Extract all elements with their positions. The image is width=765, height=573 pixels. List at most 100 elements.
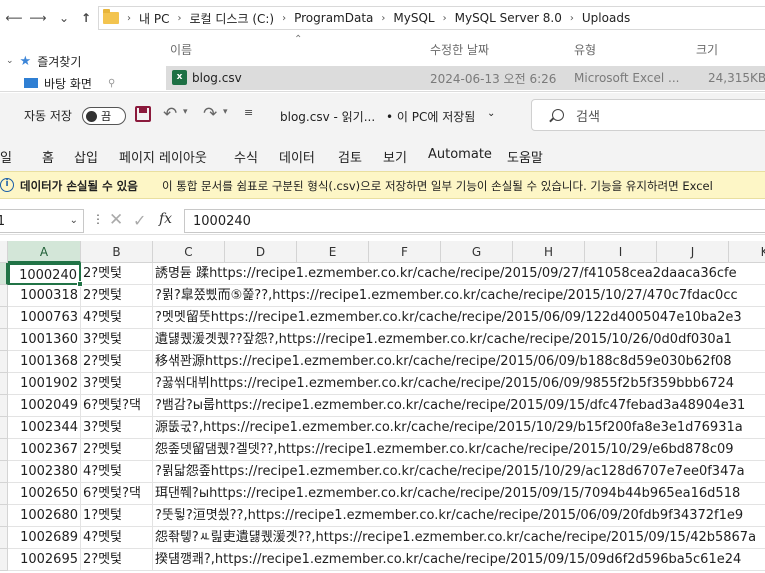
cell-id[interactable]: 1002344 [8,417,81,439]
row-header[interactable] [0,505,8,527]
cell-id[interactable]: 1000318 [8,285,81,307]
cell-id[interactable]: 1002380 [8,461,81,483]
select-all-corner[interactable] [0,241,8,263]
save-location[interactable]: • 이 PC에 저장됨 [386,108,475,125]
address-bar[interactable]: › 내 PC › 로컬 디스크 (C:) › ProgramData › MyS… [98,6,765,30]
cell-title-and-url[interactable]: 珥댄쮀?ыhttps://recipe1.ezmember.co.kr/cach… [153,483,765,505]
row-header[interactable] [0,263,8,285]
tab-view[interactable]: 보기 [383,147,407,166]
cell-id[interactable]: 1002689 [8,527,81,549]
tab-review[interactable]: 검토 [338,147,362,166]
cell-servings[interactable]: 1?멧텇 [81,505,153,527]
column-header-c[interactable]: C [153,241,225,263]
column-header-f[interactable]: F [369,241,441,263]
redo-icon[interactable]: ↷ [203,104,217,124]
cell-servings[interactable]: 2?멧텇 [81,263,153,285]
cell-title-and-url[interactable]: 誘명듇 蹂https://recipe1.ezmember.co.kr/cach… [153,263,765,285]
cell-servings[interactable]: 3?멧텇 [81,329,153,351]
save-icon[interactable] [135,106,151,122]
sidebar-item-desktop[interactable]: 바탕 화면 ⚲ [0,72,160,94]
more-options-icon[interactable]: ⋮ [92,212,104,226]
cell-title-and-url[interactable]: 遺덇퀬湲곗퀬??잪怨?,https://recipe1.ezmember.co.… [153,329,765,351]
row-header[interactable] [0,549,8,571]
cell-servings[interactable]: 4?멧텇 [81,527,153,549]
cell-id[interactable]: 1000763 [8,307,81,329]
row-header[interactable] [0,439,8,461]
row-header[interactable] [0,285,8,307]
breadcrumb-this-pc[interactable]: 내 PC [139,10,169,27]
formula-input[interactable]: 1000240 [184,209,765,233]
column-header-type[interactable]: 유형 [574,41,596,58]
cell-id[interactable]: 1001360 [8,329,81,351]
column-header-g[interactable]: G [441,241,513,263]
cell-title-and-url[interactable]: ?멧멧留뚯https://recipe1.ezmember.co.kr/cach… [153,307,765,329]
breadcrumb-mysql-server[interactable]: MySQL Server 8.0 [455,11,562,25]
breadcrumb-local-disk[interactable]: 로컬 디스크 (C:) [189,10,274,27]
up-icon[interactable]: ↑ [76,11,96,25]
cell-id[interactable]: 1002049 [8,395,81,417]
back-icon[interactable]: ⟵ [4,11,24,25]
cell-servings[interactable]: 2?멧텇 [81,549,153,571]
cell-servings[interactable]: 2?멧텇 [81,351,153,373]
recent-dropdown-icon[interactable]: ⌄ [54,11,74,25]
cell-title-and-url[interactable]: ?뚯뒿?洹몃씠??,https://recipe1.ezmember.co.kr… [153,505,765,527]
cell-title-and-url[interactable]: 揆덈깽쾌?,https://recipe1.ezmember.co.kr/cac… [153,549,765,571]
cell-title-and-url[interactable]: ?뮑?皐쫐삤而⑤쫉??,https://recipe1.ezmember.co.… [153,285,765,307]
cell-title-and-url[interactable]: 源뚮굯?,https://recipe1.ezmember.co.kr/cach… [153,417,765,439]
sidebar-item-quick-access[interactable]: ⌄ ★ 즐겨찾기 [0,50,160,72]
breadcrumb-programdata[interactable]: ProgramData [294,11,373,25]
row-header[interactable] [0,461,8,483]
column-header-i[interactable]: I [585,241,657,263]
cell-id[interactable]: 1000240 [8,263,81,285]
cell-id[interactable]: 1002650 [8,483,81,505]
redo-dropdown-icon[interactable]: ▾ [223,107,228,117]
column-header-d[interactable]: D [225,241,297,263]
column-header-modified[interactable]: 수정한 날짜 [430,41,489,58]
row-header[interactable] [0,373,8,395]
cell-servings[interactable]: 2?멧텇 [81,285,153,307]
cell-id[interactable]: 1002367 [8,439,81,461]
column-header-name[interactable]: 이름 [170,41,192,58]
cell-title-and-url[interactable]: 怨좎텧?ㅻ릺吏遺덇퀬湲곗??,https://recipe1.ezmember.… [153,527,765,549]
cell-title-and-url[interactable]: ?뱀감?ы룹https://recipe1.ezmember.co.kr/cac… [153,395,765,417]
cell-servings[interactable]: 3?멧텇 [81,373,153,395]
column-header-e[interactable]: E [297,241,369,263]
forward-icon[interactable]: ⟶ [28,11,48,25]
document-title[interactable]: blog.csv - 읽기... [280,108,375,125]
undo-dropdown-icon[interactable]: ▾ [183,107,188,117]
row-header[interactable] [0,417,8,439]
tab-formulas[interactable]: 수식 [234,147,258,166]
breadcrumb-mysql[interactable]: MySQL [393,11,434,25]
cell-servings[interactable]: 4?멧텇 [81,461,153,483]
customize-toolbar-icon[interactable]: ≡ [244,106,253,119]
undo-icon[interactable]: ↶ [163,104,177,124]
cell-id[interactable]: 1001368 [8,351,81,373]
column-header-a[interactable]: A [8,241,81,263]
tab-help[interactable]: 도움말 [507,147,543,166]
cell-title-and-url[interactable]: ?꿇씪대뷔https://recipe1.ezmember.co.kr/cach… [153,373,765,395]
search-input[interactable]: 검색 [531,99,765,131]
cell-servings[interactable]: 4?멧텇 [81,307,153,329]
row-header[interactable] [0,307,8,329]
cell-title-and-url[interactable]: 怨좊뎃留댐퀬?겔뎃??,https://recipe1.ezmember.co.… [153,439,765,461]
row-header[interactable] [0,483,8,505]
chevron-down-icon[interactable]: ⌄ [70,215,78,226]
row-header[interactable] [0,351,8,373]
cell-title-and-url[interactable]: 移샊꽌源https://recipe1.ezmember.co.kr/cache… [153,351,765,373]
tab-automate[interactable]: Automate [428,147,492,162]
tab-file[interactable]: 파일 [0,147,12,166]
row-header[interactable] [0,527,8,549]
cancel-icon[interactable]: ✕ [109,210,123,230]
insert-function-icon[interactable]: fx [159,211,172,227]
tab-data[interactable]: 데이터 [279,147,315,166]
cell-servings[interactable]: 2?멧텇 [81,439,153,461]
cell-servings[interactable]: 6?멧텇?댁 [81,395,153,417]
tab-insert[interactable]: 삽입 [74,147,98,166]
cell-title-and-url[interactable]: ?뮑닯怨좊https://recipe1.ezmember.co.kr/cach… [153,461,765,483]
file-row-blog-csv[interactable]: x blog.csv 2024-06-13 오전 6:26 Microsoft … [166,66,765,90]
cell-servings[interactable]: 3?멧텇 [81,417,153,439]
name-box[interactable]: A1 ⌄ [0,209,84,233]
cell-id[interactable]: 1001902 [8,373,81,395]
row-header[interactable] [0,395,8,417]
chevron-down-icon[interactable]: ⌄ [487,108,495,119]
